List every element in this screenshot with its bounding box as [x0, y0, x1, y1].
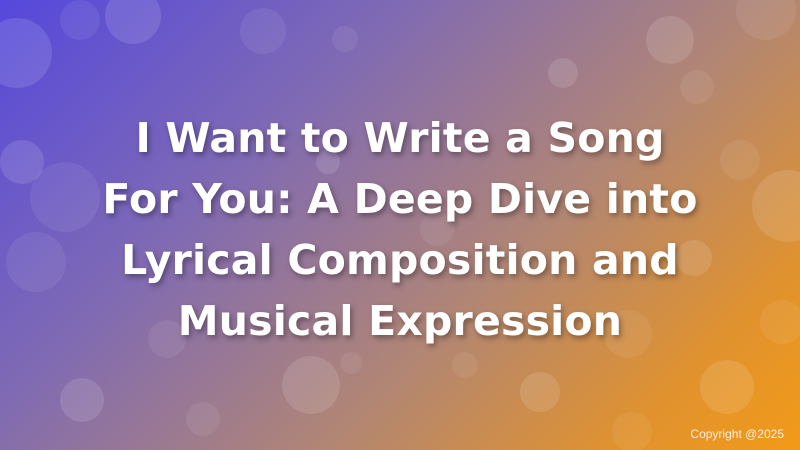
- bokeh-circle: [612, 412, 652, 450]
- title-line: I Want to Write a Song: [135, 114, 665, 162]
- bokeh-circle: [240, 8, 286, 54]
- bokeh-circle: [680, 70, 714, 104]
- bokeh-circle: [105, 0, 161, 44]
- bokeh-circle: [186, 402, 220, 436]
- title-line: Lyrical Composition and: [121, 236, 679, 284]
- bokeh-circle: [340, 352, 362, 374]
- bokeh-circle: [548, 58, 578, 88]
- bokeh-circle: [736, 0, 796, 40]
- bokeh-circle: [60, 378, 104, 422]
- title-line: Musical Expression: [177, 297, 623, 345]
- title-line: For You: A Deep Dive into: [102, 175, 698, 223]
- bokeh-circle: [646, 16, 694, 64]
- bokeh-circle: [520, 372, 560, 412]
- bokeh-circle: [60, 0, 100, 40]
- bokeh-circle: [452, 352, 478, 378]
- bokeh-circle: [282, 356, 340, 414]
- bokeh-circle: [0, 18, 52, 88]
- hero-banner: I Want to Write a Song For You: A Deep D…: [0, 0, 800, 450]
- banner-title: I Want to Write a Song For You: A Deep D…: [40, 108, 760, 352]
- bokeh-circle: [700, 360, 754, 414]
- bokeh-circle: [332, 26, 358, 52]
- copyright-text: Copyright @2025: [690, 427, 784, 441]
- bokeh-circle: [760, 300, 800, 344]
